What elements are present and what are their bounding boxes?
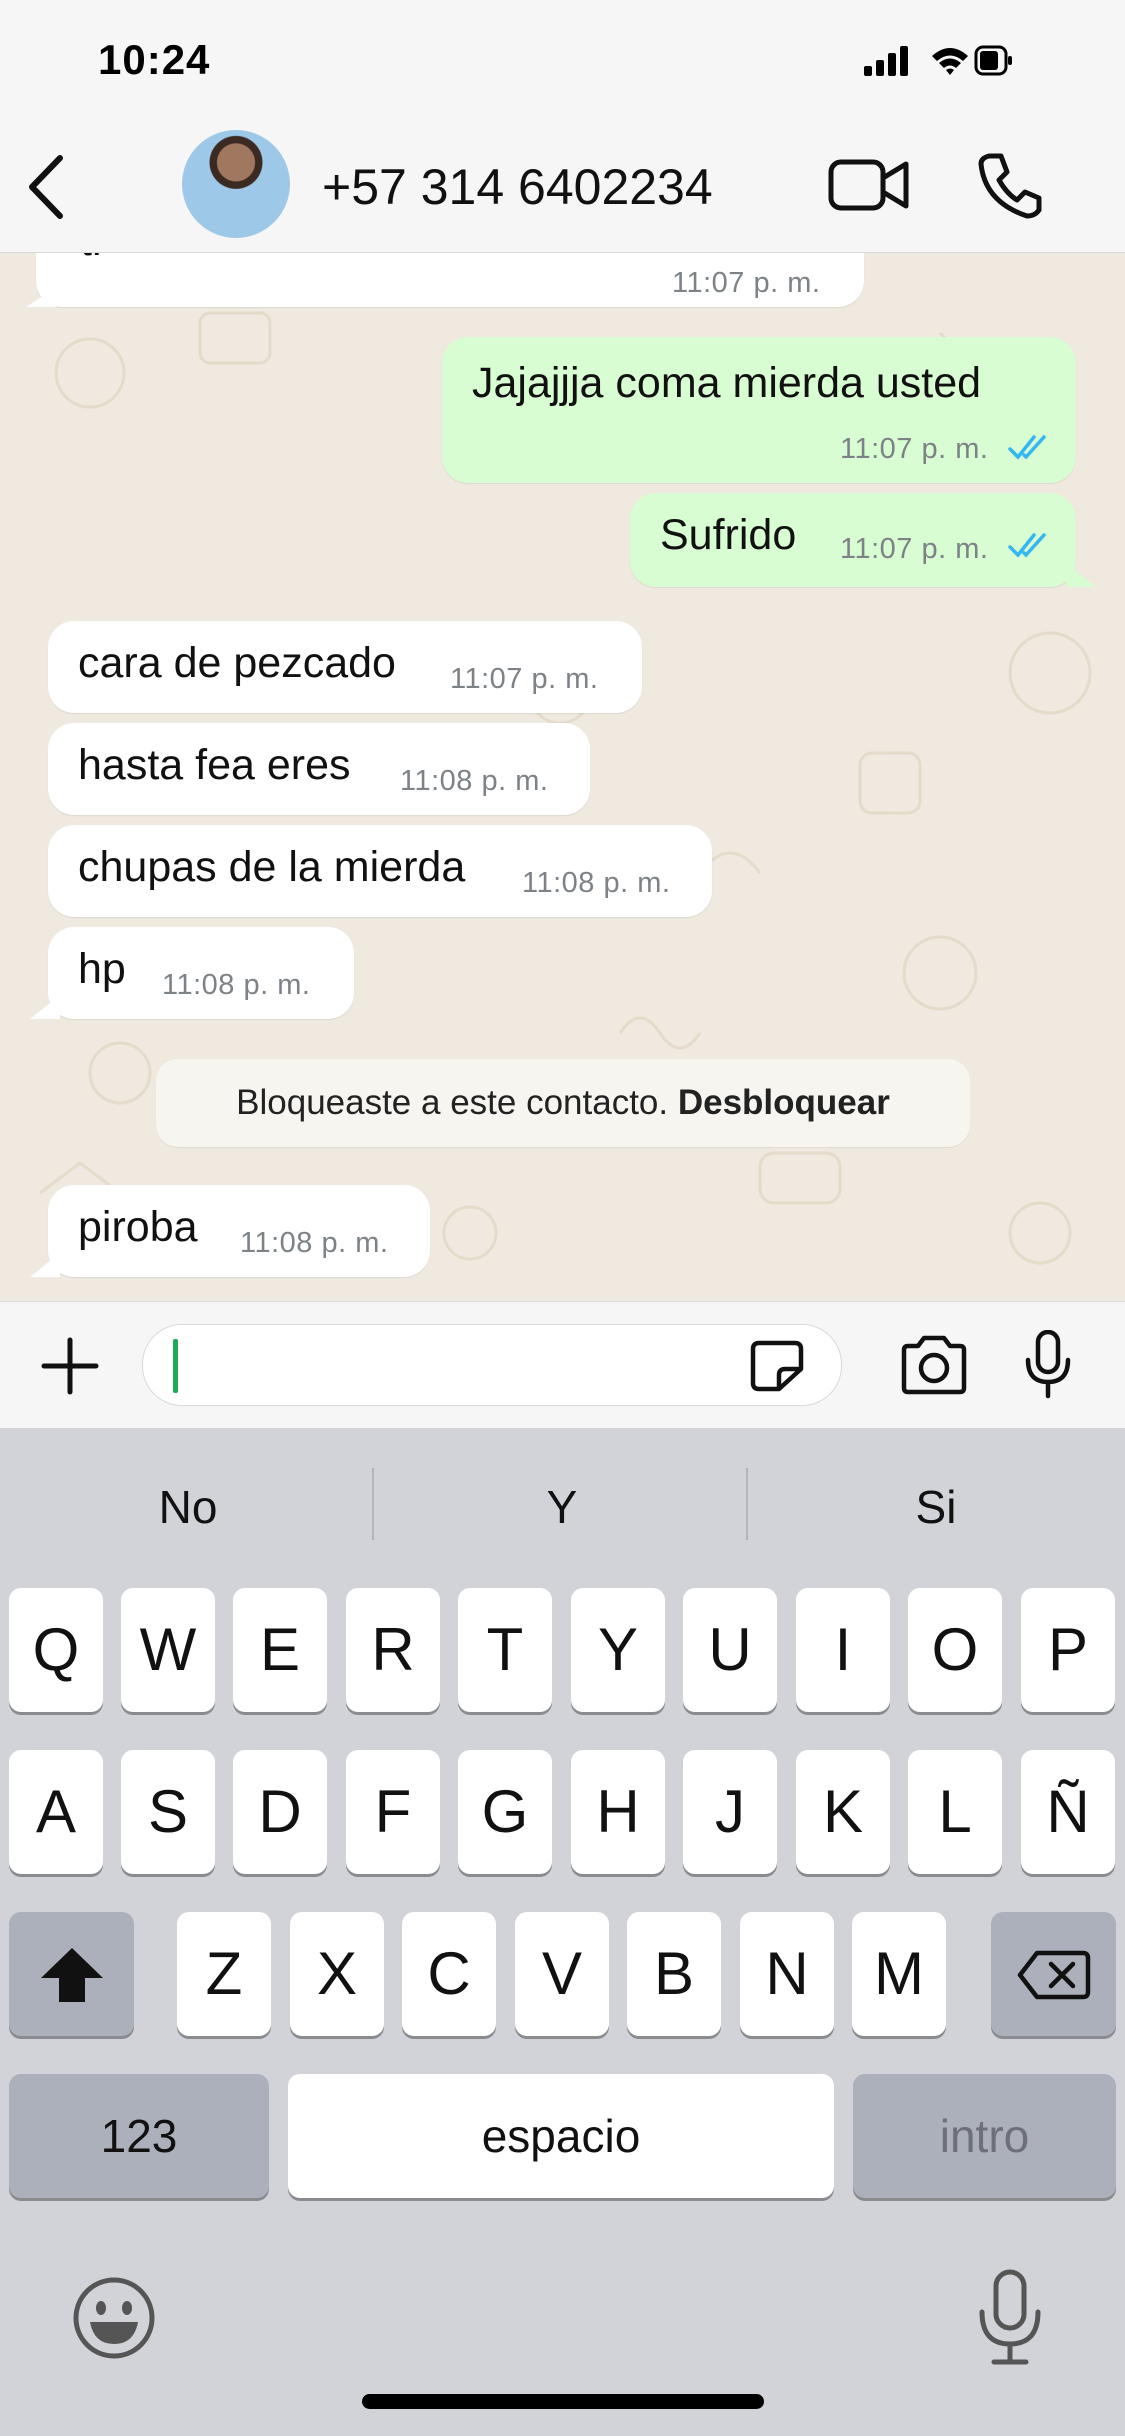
key-i[interactable]: I bbox=[796, 1588, 890, 1712]
return-key[interactable]: intro bbox=[853, 2074, 1116, 2198]
key-p[interactable]: P bbox=[1021, 1588, 1115, 1712]
key-a[interactable]: A bbox=[9, 1750, 103, 1874]
dictation-icon[interactable] bbox=[974, 2268, 1046, 2368]
message-bubble-incoming[interactable]: ti 11:07 p. m. bbox=[36, 253, 864, 307]
phone-icon[interactable] bbox=[975, 150, 1045, 220]
suggestion-divider bbox=[746, 1468, 748, 1540]
shift-key[interactable] bbox=[9, 1912, 134, 2036]
bubble-tail bbox=[30, 995, 60, 1019]
shift-icon bbox=[41, 1948, 103, 2002]
sticker-icon[interactable] bbox=[749, 1339, 805, 1393]
battery-icon bbox=[974, 45, 1012, 76]
bubble-tail bbox=[26, 287, 56, 307]
message-time: 11:08 p. m. bbox=[400, 765, 549, 797]
key-l[interactable]: L bbox=[908, 1750, 1002, 1874]
message-time: 11:08 p. m. bbox=[162, 969, 311, 1001]
key-j[interactable]: J bbox=[683, 1750, 777, 1874]
key-y[interactable]: Y bbox=[571, 1588, 665, 1712]
key-n[interactable]: N bbox=[740, 1912, 834, 2036]
key-q[interactable]: Q bbox=[9, 1588, 103, 1712]
key-z[interactable]: Z bbox=[177, 1912, 271, 2036]
message-bubble-incoming[interactable]: piroba 11:08 p. m. bbox=[48, 1185, 430, 1277]
key-h[interactable]: H bbox=[571, 1750, 665, 1874]
message-time: 11:08 p. m. bbox=[522, 867, 671, 899]
microphone-icon[interactable] bbox=[1022, 1330, 1074, 1400]
key-w[interactable]: W bbox=[121, 1588, 215, 1712]
key-enye[interactable]: Ñ bbox=[1021, 1750, 1115, 1874]
key-x[interactable]: X bbox=[290, 1912, 384, 2036]
home-indicator[interactable] bbox=[362, 2394, 764, 2409]
contact-name[interactable]: +57 314 6402234 bbox=[322, 158, 713, 216]
suggestion-1[interactable]: No bbox=[8, 1480, 368, 1534]
space-key[interactable]: espacio bbox=[288, 2074, 834, 2198]
message-text: cara de pezcado bbox=[78, 639, 396, 687]
signal-icon bbox=[864, 46, 908, 76]
key-f[interactable]: F bbox=[346, 1750, 440, 1874]
video-call-icon[interactable] bbox=[828, 156, 910, 214]
unblock-link[interactable]: Desbloquear bbox=[678, 1083, 890, 1122]
message-time: 11:07 p. m. bbox=[672, 267, 821, 299]
message-bubble-incoming[interactable]: cara de pezcado 11:07 p. m. bbox=[48, 621, 642, 713]
message-input[interactable] bbox=[142, 1324, 842, 1406]
message-bubble-outgoing[interactable]: Jajajjja coma mierda usted 11:07 p. m. bbox=[442, 337, 1076, 483]
message-text: hp bbox=[78, 945, 126, 993]
message-time: 11:07 p. m. bbox=[840, 433, 989, 465]
key-g[interactable]: G bbox=[458, 1750, 552, 1874]
avatar[interactable] bbox=[182, 130, 290, 238]
chat-header: +57 314 6402234 bbox=[0, 130, 1125, 253]
composer-bar bbox=[0, 1301, 1125, 1428]
key-v[interactable]: V bbox=[515, 1912, 609, 2036]
back-icon[interactable] bbox=[22, 152, 70, 222]
key-u[interactable]: U bbox=[683, 1588, 777, 1712]
blocked-notice: Bloqueaste a este contacto. Desbloquear bbox=[156, 1059, 970, 1147]
message-text: piroba bbox=[78, 1203, 198, 1251]
key-d[interactable]: D bbox=[233, 1750, 327, 1874]
message-time: 11:08 p. m. bbox=[240, 1227, 389, 1259]
key-b[interactable]: B bbox=[627, 1912, 721, 2036]
message-bubble-outgoing[interactable]: Sufrido 11:07 p. m. bbox=[630, 493, 1076, 587]
read-ticks-icon bbox=[1008, 533, 1046, 558]
message-text: Sufrido bbox=[660, 511, 797, 559]
suggestion-2[interactable]: Y bbox=[382, 1480, 742, 1534]
emoji-icon[interactable] bbox=[70, 2274, 158, 2362]
message-text: Jajajjja coma mierda usted bbox=[472, 359, 982, 407]
suggestion-3[interactable]: Si bbox=[756, 1480, 1116, 1534]
message-time: 11:07 p. m. bbox=[450, 663, 599, 695]
status-bar: 10:24 bbox=[0, 0, 1125, 130]
wifi-icon bbox=[932, 48, 968, 75]
key-c[interactable]: C bbox=[402, 1912, 496, 2036]
camera-icon[interactable] bbox=[898, 1334, 970, 1396]
text-caret bbox=[173, 1339, 178, 1393]
key-e[interactable]: E bbox=[233, 1588, 327, 1712]
key-r[interactable]: R bbox=[346, 1588, 440, 1712]
message-bubble-incoming[interactable]: hasta fea eres 11:08 p. m. bbox=[48, 723, 590, 815]
read-ticks-icon bbox=[1008, 435, 1046, 460]
keyboard: No Y Si Q W E R T Y U I O P A S D F G H … bbox=[0, 1428, 1125, 2436]
status-time: 10:24 bbox=[98, 36, 211, 83]
key-m[interactable]: M bbox=[852, 1912, 946, 2036]
chat-area: ti 11:07 p. m. Jajajjja coma mierda uste… bbox=[0, 253, 1125, 1301]
backspace-icon bbox=[1017, 1950, 1091, 2000]
bubble-tail bbox=[30, 1253, 60, 1277]
key-o[interactable]: O bbox=[908, 1588, 1002, 1712]
blocked-notice-text: Bloqueaste a este contacto. bbox=[236, 1083, 669, 1122]
key-s[interactable]: S bbox=[121, 1750, 215, 1874]
status-icons bbox=[864, 45, 1012, 76]
message-text: ti bbox=[80, 253, 102, 266]
numbers-key[interactable]: 123 bbox=[9, 2074, 269, 2198]
message-text: chupas de la mierda bbox=[78, 843, 466, 891]
bubble-tail bbox=[1066, 563, 1096, 587]
message-time: 11:07 p. m. bbox=[840, 533, 989, 565]
backspace-key[interactable] bbox=[991, 1912, 1116, 2036]
suggestion-divider bbox=[372, 1468, 374, 1540]
message-text: hasta fea eres bbox=[78, 741, 351, 789]
key-t[interactable]: T bbox=[458, 1588, 552, 1712]
key-k[interactable]: K bbox=[796, 1750, 890, 1874]
message-bubble-incoming[interactable]: hp 11:08 p. m. bbox=[48, 927, 354, 1019]
message-bubble-incoming[interactable]: chupas de la mierda 11:08 p. m. bbox=[48, 825, 712, 917]
plus-icon[interactable] bbox=[40, 1336, 100, 1396]
